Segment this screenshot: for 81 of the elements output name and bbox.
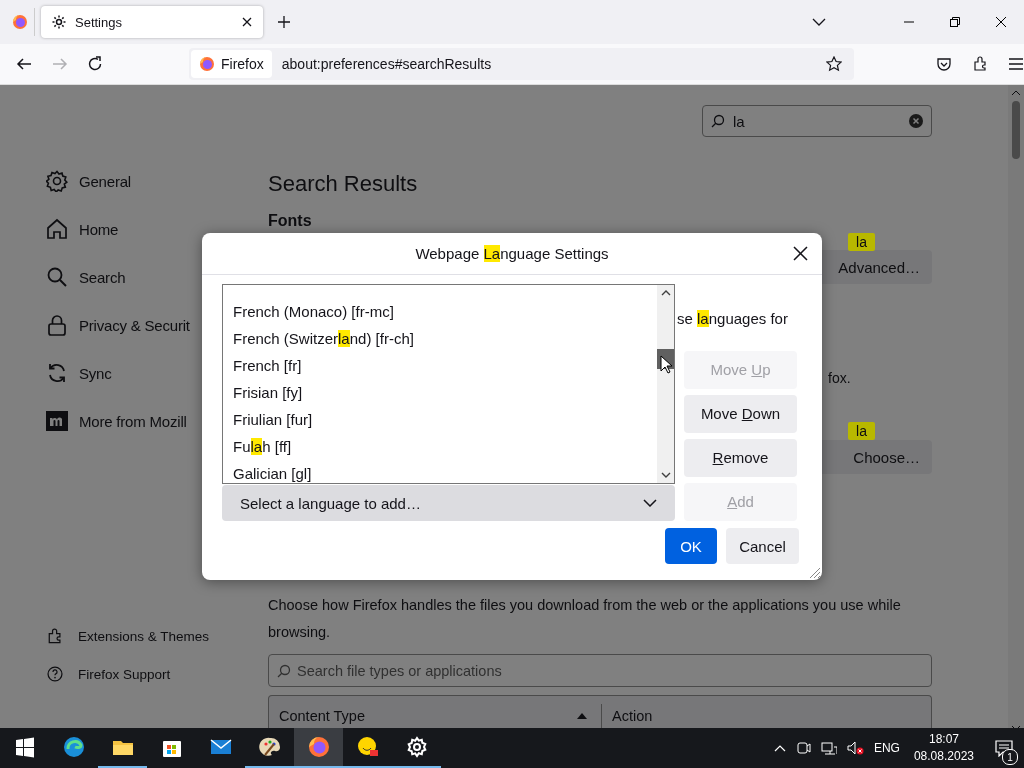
palette-icon — [258, 736, 281, 758]
sidebar-item[interactable]: Sync — [46, 349, 112, 397]
search-icon — [277, 663, 291, 678]
reload-icon[interactable] — [87, 56, 103, 72]
clock[interactable]: 18:07 08.08.2023 — [913, 731, 974, 765]
dialog-button[interactable]: Move Down — [684, 395, 797, 433]
language-option[interactable]: Galician [gl] — [223, 460, 657, 483]
scrollbar-thumb[interactable] — [1012, 101, 1020, 159]
search-match-tooltip: la — [848, 233, 875, 251]
sync-icon — [46, 362, 68, 384]
network-icon[interactable] — [820, 740, 837, 756]
browser-logo-icon — [307, 736, 330, 758]
language-option[interactable]: Frisian [fy] — [223, 379, 657, 406]
restore-icon[interactable] — [950, 17, 960, 27]
sidebar-item[interactable]: Search — [46, 253, 126, 301]
scroll-up-icon[interactable] — [660, 289, 671, 297]
dialog-title: Webpage Language Settings — [415, 245, 609, 262]
dialog-button[interactable]: Remove — [684, 439, 797, 477]
help-icon — [46, 665, 64, 683]
chevron-up-icon[interactable] — [773, 744, 786, 752]
sort-arrow-icon — [577, 713, 587, 719]
section-description: Choose how Firefox handles the files you download from the web or the applications you use while browsing. — [268, 596, 902, 642]
language-option[interactable]: French (Monaco) [fr-mc] — [223, 298, 657, 325]
gear-icon — [46, 170, 68, 192]
cancel-button[interactable]: Cancel — [726, 528, 799, 564]
square-logo-icon — [46, 410, 68, 432]
search-icon — [46, 266, 68, 288]
puzzle-icon — [46, 627, 64, 645]
menu-icon[interactable] — [1008, 56, 1024, 72]
close-icon[interactable] — [793, 246, 808, 261]
sidebar-item[interactable]: General — [46, 157, 131, 205]
sidebar-link[interactable]: Firefox Support — [46, 655, 210, 693]
resize-grip-icon[interactable] — [809, 567, 821, 579]
windows-logo-icon — [13, 736, 36, 758]
sidebar-link[interactable]: Extensions & Themes — [46, 617, 210, 655]
pocket-icon[interactable] — [936, 56, 952, 72]
sidebar-item[interactable]: Privacy & Securit — [46, 301, 190, 349]
search-icon — [711, 114, 725, 128]
page-title: Search Results — [268, 171, 419, 197]
language-option[interactable]: French [fr] — [223, 352, 657, 379]
section-heading: Fonts — [268, 211, 313, 231]
tab-title: Settings — [75, 14, 122, 30]
browser-logo-icon — [62, 736, 85, 758]
back-icon[interactable] — [16, 56, 32, 72]
mouse-pointer-icon — [660, 355, 674, 375]
chevron-down-icon[interactable] — [812, 18, 826, 26]
chevron-down-icon — [643, 499, 657, 507]
browser-logo-icon[interactable] — [12, 14, 28, 30]
search-match-tooltip: la — [848, 422, 875, 440]
ok-button[interactable]: OK — [665, 528, 717, 564]
puzzle-icon[interactable] — [972, 56, 988, 72]
language-dropdown[interactable]: Select a language to add… — [222, 485, 675, 521]
language-option[interactable]: Fulah [ff] — [223, 433, 657, 460]
gear-icon — [405, 736, 428, 758]
scroll-up-icon[interactable] — [1011, 89, 1021, 97]
search-field[interactable]: la — [702, 105, 932, 137]
clear-icon[interactable] — [909, 114, 923, 128]
description-text: fox. — [828, 370, 851, 388]
url-text: about:preferences#searchResults — [281, 56, 492, 72]
close-icon[interactable] — [996, 17, 1006, 27]
smiley-icon — [356, 736, 379, 758]
muted-speaker-icon[interactable] — [846, 740, 864, 756]
sidebar-item[interactable]: More from Mozill — [46, 397, 187, 445]
close-icon[interactable] — [241, 16, 253, 28]
address-bar[interactable]: Firefox about:preferences#searchResults — [189, 48, 854, 80]
new-tab-icon[interactable] — [277, 15, 291, 29]
lock-icon — [46, 314, 68, 336]
camera-icon[interactable] — [795, 740, 811, 756]
browser-logo-icon — [199, 56, 215, 72]
home-icon — [46, 218, 68, 240]
sidebar-item[interactable]: Home — [46, 205, 119, 253]
input-language[interactable]: ENG — [873, 741, 900, 755]
language-option[interactable]: Friulian [fur] — [223, 406, 657, 433]
scroll-down-icon[interactable] — [660, 471, 671, 479]
star-icon[interactable] — [826, 56, 842, 72]
identity-button[interactable]: Firefox — [191, 50, 272, 78]
notification-count: 1 — [1002, 749, 1018, 765]
browser-tab[interactable]: Settings — [41, 6, 263, 38]
forward-icon — [52, 56, 68, 72]
column-header[interactable]: Action — [602, 696, 653, 728]
gear-icon — [51, 14, 67, 30]
